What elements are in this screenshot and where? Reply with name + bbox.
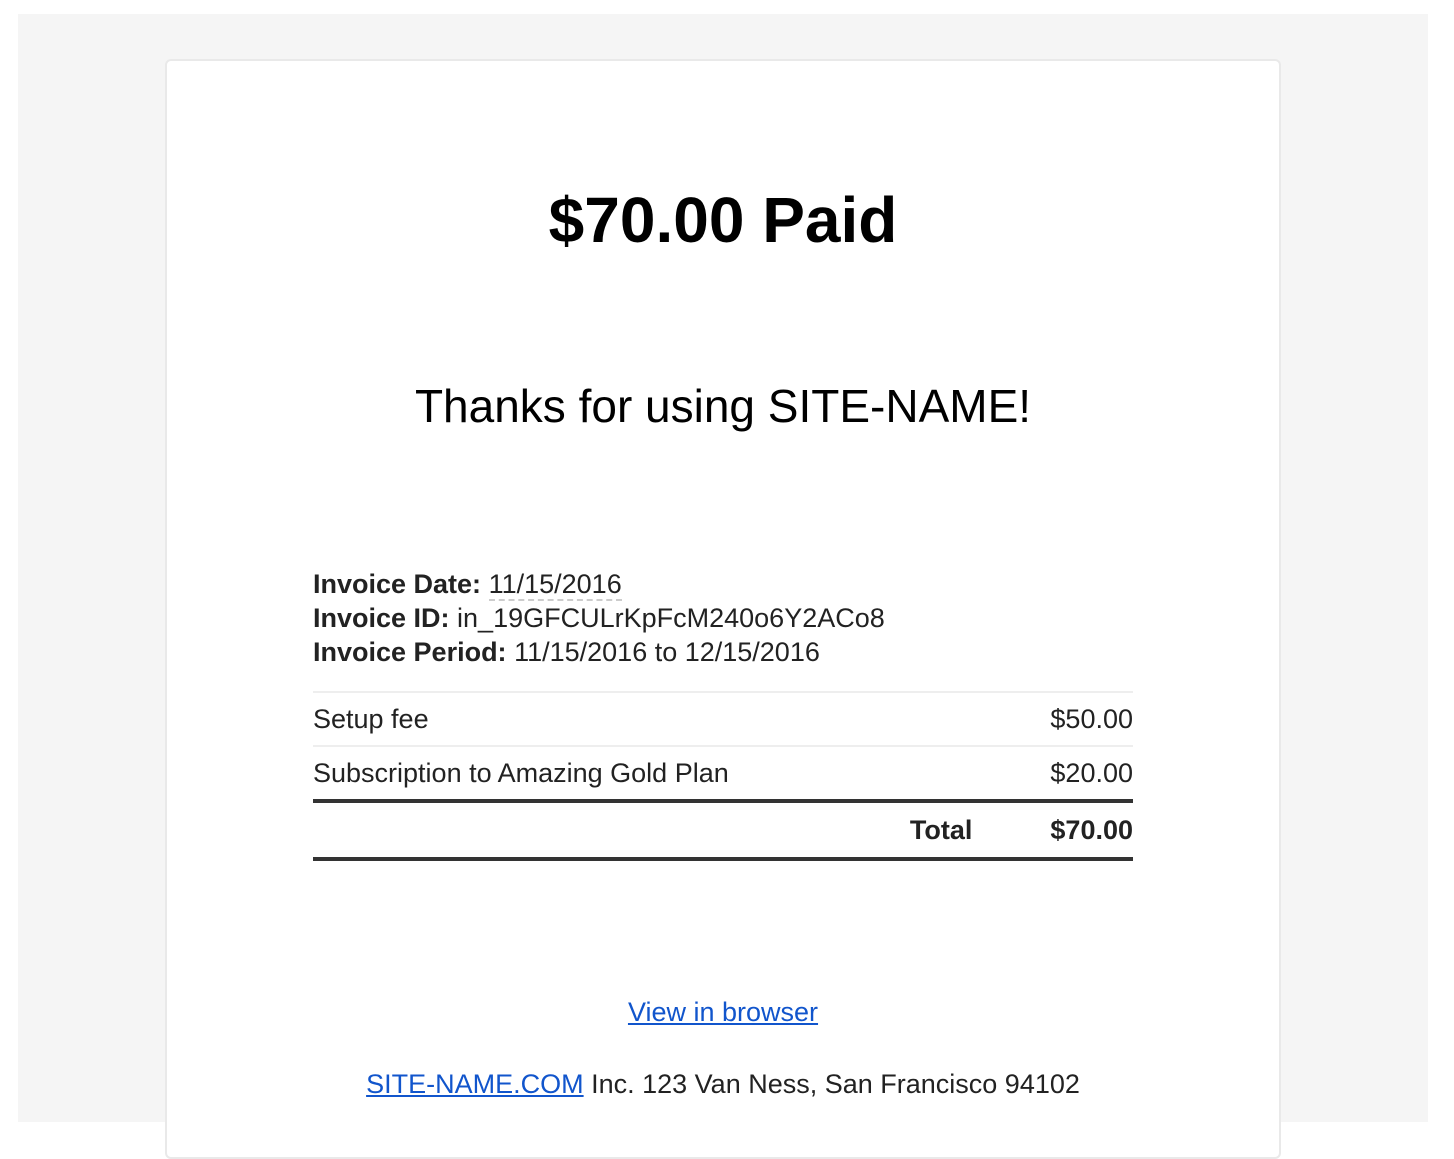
invoice-id: Invoice ID: in_19GFCULrKpFcM240o6Y2ACo8 bbox=[313, 603, 885, 633]
view-in-browser-link[interactable]: View in browser bbox=[628, 997, 818, 1027]
view-in-browser: View in browser bbox=[167, 997, 1279, 1028]
receipt-card: $70.00 Paid Thanks for using SITE-NAME! … bbox=[165, 59, 1281, 1159]
address-text: Inc. 123 Van Ness, San Francisco 94102 bbox=[583, 1069, 1080, 1099]
total-amount: $70.00 bbox=[1050, 814, 1133, 845]
line-item-amount: $20.00 bbox=[1050, 757, 1133, 788]
invoice-id-value: in_19GFCULrKpFcM240o6Y2ACo8 bbox=[457, 603, 885, 633]
line-item-amount: $50.00 bbox=[1050, 703, 1133, 734]
invoice-period-value: 11/15/2016 to 12/15/2016 bbox=[514, 637, 820, 667]
line-items-table: Setup fee $50.00 Subscription to Amazing… bbox=[313, 691, 1133, 861]
email-background: $70.00 Paid Thanks for using SITE-NAME! … bbox=[18, 14, 1428, 1159]
site-link[interactable]: SITE-NAME.COM bbox=[366, 1069, 584, 1099]
invoice-period: Invoice Period: 11/15/2016 to 12/15/2016 bbox=[313, 637, 820, 667]
invoice-details: Invoice Date: 11/15/2016 Invoice ID: in_… bbox=[313, 567, 885, 669]
invoice-date: Invoice Date: 11/15/2016 bbox=[313, 569, 622, 601]
line-item-description: Subscription to Amazing Gold Plan bbox=[313, 757, 729, 788]
line-item: Setup fee $50.00 bbox=[313, 691, 1133, 745]
invoice-date-value: 11/15/2016 bbox=[488, 569, 622, 601]
thanks-message: Thanks for using SITE-NAME! bbox=[414, 380, 1032, 432]
total-label: Total bbox=[909, 814, 973, 845]
line-item-description: Setup fee bbox=[313, 703, 429, 734]
footer-address: SITE-NAME.COM Inc. 123 Van Ness, San Fra… bbox=[167, 1069, 1279, 1100]
total-row: Total $70.00 bbox=[313, 799, 1133, 861]
amount-paid-title: $70.00 Paid bbox=[548, 184, 898, 256]
line-item: Subscription to Amazing Gold Plan $20.00 bbox=[313, 745, 1133, 799]
